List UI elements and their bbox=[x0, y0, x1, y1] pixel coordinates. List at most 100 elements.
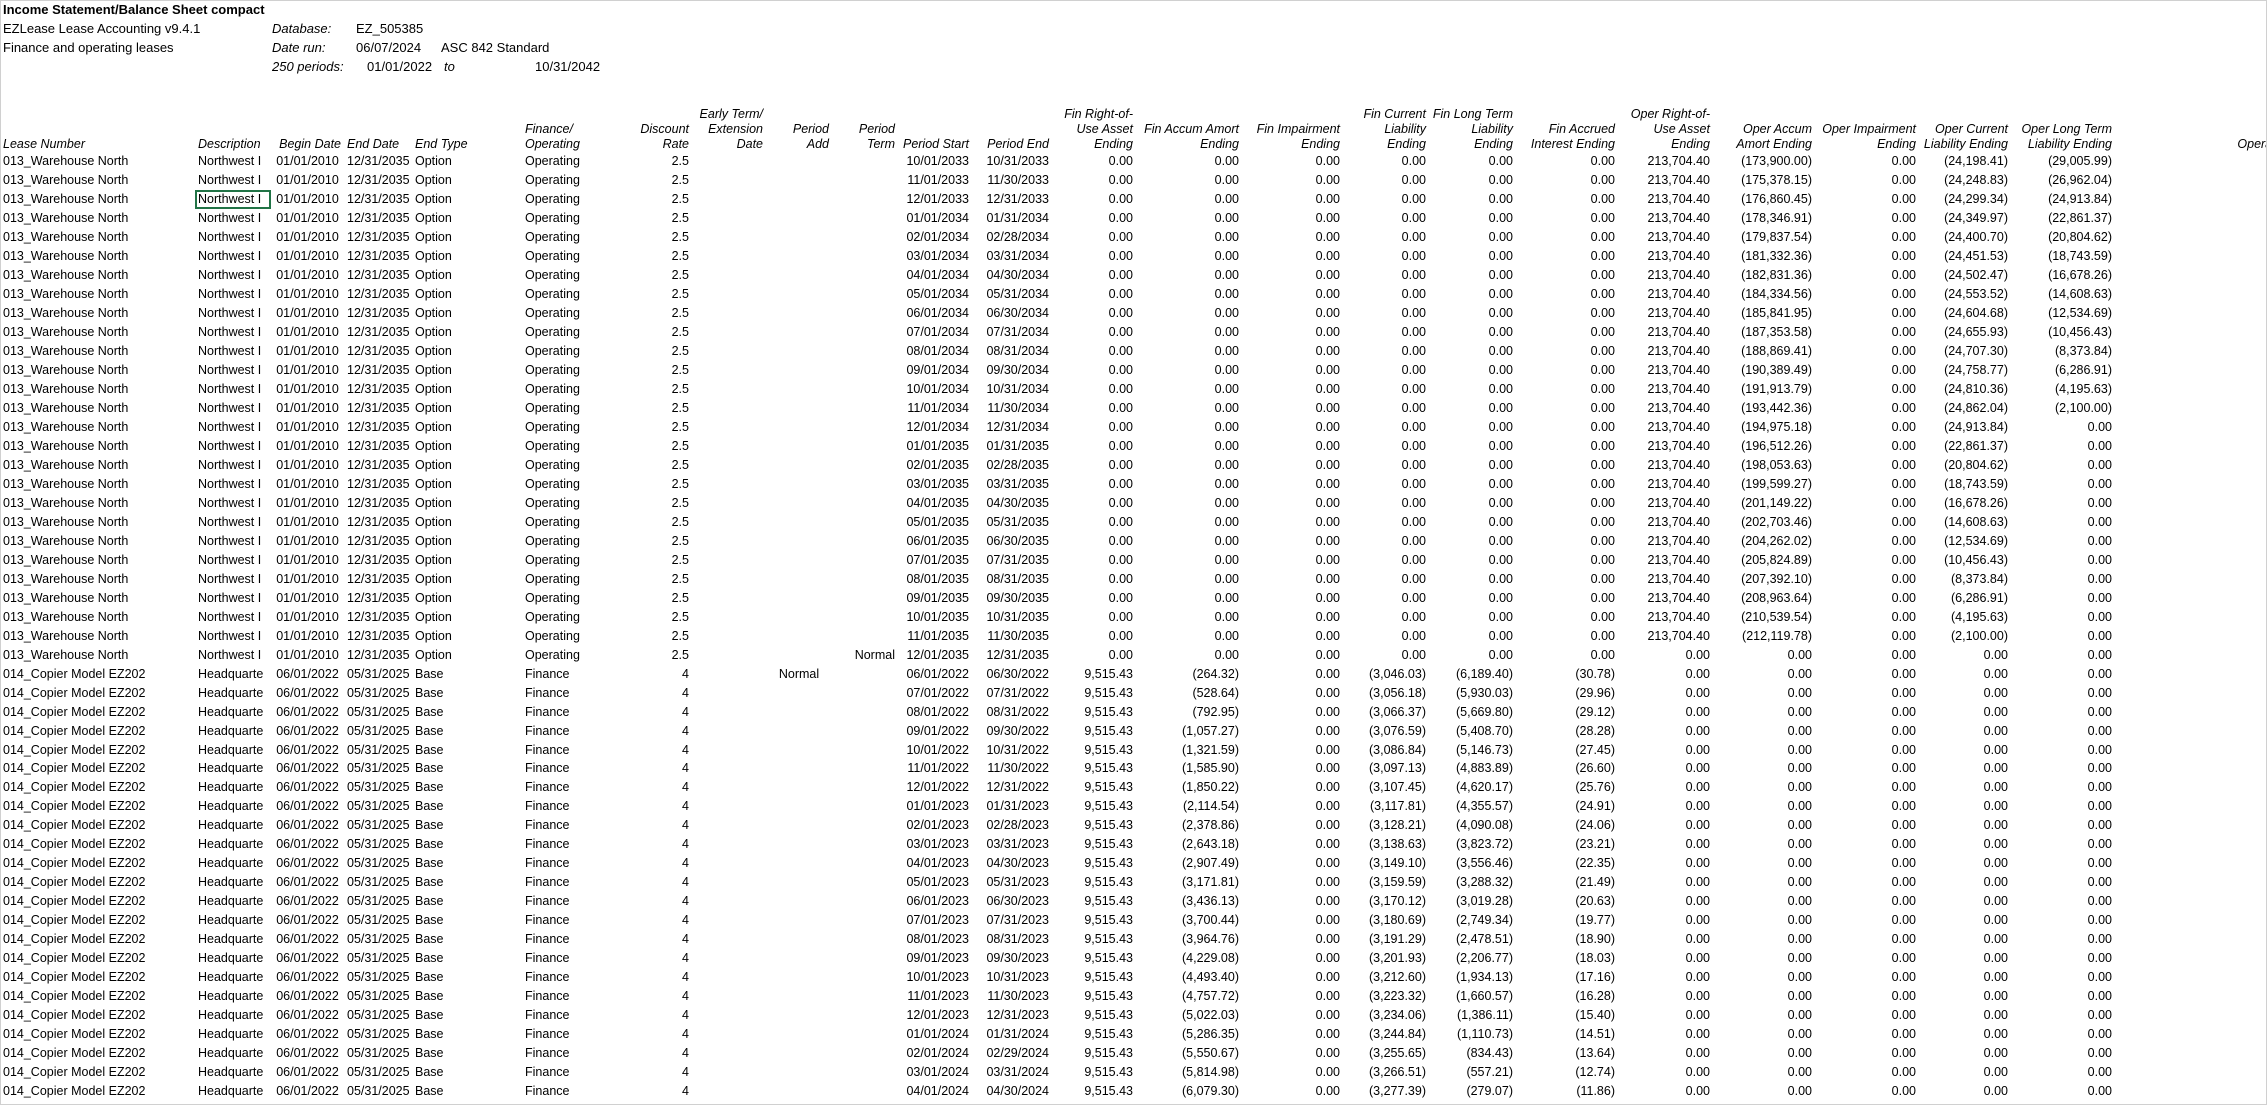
table-cell[interactable]: 014_Copier Model EZ202 bbox=[0, 702, 195, 721]
table-cell[interactable]: 05/31/2025 bbox=[344, 892, 412, 911]
table-cell[interactable]: 2.5 bbox=[614, 304, 692, 323]
table-cell[interactable] bbox=[692, 171, 766, 190]
table-cell[interactable]: 0.00 bbox=[1052, 569, 1136, 588]
table-cell[interactable] bbox=[692, 740, 766, 759]
table-cell[interactable]: 0.00 bbox=[1052, 437, 1136, 456]
table-cell[interactable]: 1,584.61 bbox=[2115, 304, 2267, 323]
table-cell[interactable]: 06/01/2022 bbox=[271, 1044, 344, 1063]
table-cell[interactable]: 04/01/2034 bbox=[898, 266, 972, 285]
table-cell[interactable]: 0.00 bbox=[1242, 892, 1343, 911]
table-cell[interactable]: Option bbox=[412, 190, 522, 209]
table-cell[interactable]: 4 bbox=[614, 930, 692, 949]
table-cell[interactable]: (175,378.15) bbox=[1713, 171, 1815, 190]
table-cell[interactable]: (16,678.26) bbox=[1919, 493, 2011, 512]
table-cell[interactable]: Option bbox=[412, 304, 522, 323]
table-cell[interactable]: 0.00 bbox=[1618, 911, 1713, 930]
table-cell[interactable]: (173,900.00) bbox=[1713, 152, 1815, 171]
table-cell[interactable]: 0.00 bbox=[1242, 588, 1343, 607]
column-header[interactable]: Oper Current Liability Ending bbox=[1919, 76, 2011, 152]
table-cell[interactable]: 1,584.62 bbox=[2115, 171, 2267, 190]
table-cell[interactable] bbox=[832, 171, 898, 190]
table-cell[interactable]: 0.00 bbox=[1343, 418, 1429, 437]
table-cell[interactable]: Northwest I bbox=[195, 569, 271, 588]
table-cell[interactable]: 0.00 bbox=[1919, 702, 2011, 721]
table-cell[interactable] bbox=[692, 531, 766, 550]
table-cell[interactable]: Base bbox=[412, 1044, 522, 1063]
table-cell[interactable]: Operating bbox=[522, 228, 614, 247]
table-cell[interactable]: Headquarte bbox=[195, 873, 271, 892]
table-cell[interactable]: 0.00 bbox=[1713, 778, 1815, 797]
table-cell[interactable] bbox=[692, 152, 766, 171]
table-cell[interactable]: Finance bbox=[522, 911, 614, 930]
table-cell[interactable]: 9,515.43 bbox=[1052, 1063, 1136, 1082]
table-cell[interactable]: 0.00 bbox=[1713, 797, 1815, 816]
table-cell[interactable]: Base bbox=[412, 797, 522, 816]
table-cell[interactable]: (3,201.93) bbox=[1343, 949, 1429, 968]
table-cell[interactable]: 0.00 bbox=[1052, 266, 1136, 285]
table-cell[interactable]: Base bbox=[412, 968, 522, 987]
table-cell[interactable]: 10/01/2022 bbox=[898, 740, 972, 759]
table-cell[interactable]: (176,860.45) bbox=[1713, 190, 1815, 209]
table-cell[interactable]: 0.00 bbox=[1516, 323, 1618, 342]
table-cell[interactable]: Finance bbox=[522, 740, 614, 759]
table-cell[interactable]: 01/01/2023 bbox=[898, 797, 972, 816]
table-cell[interactable]: 02/01/2024 bbox=[898, 1044, 972, 1063]
table-cell[interactable]: 0.00 bbox=[1052, 304, 1136, 323]
table-cell[interactable]: (190,389.49) bbox=[1713, 361, 1815, 380]
table-cell[interactable]: 0.00 bbox=[1815, 418, 1919, 437]
table-cell[interactable]: 014_Copier Model EZ202 bbox=[0, 911, 195, 930]
table-cell[interactable]: Operating bbox=[522, 645, 614, 664]
table-cell[interactable]: Northwest I bbox=[195, 512, 271, 531]
table-cell[interactable]: Finance bbox=[522, 930, 614, 949]
table-cell[interactable]: 2.5 bbox=[614, 531, 692, 550]
table-cell[interactable]: Operating bbox=[522, 152, 614, 171]
table-cell[interactable]: (24,248.83) bbox=[1919, 171, 2011, 190]
table-cell[interactable]: Base bbox=[412, 987, 522, 1006]
table-cell[interactable]: 0.00 bbox=[2011, 645, 2115, 664]
table-cell[interactable]: 0.00 bbox=[1242, 911, 1343, 930]
table-cell[interactable]: 0.00 bbox=[1713, 721, 1815, 740]
table-cell[interactable] bbox=[766, 512, 832, 531]
table-cell[interactable]: Finance bbox=[522, 1006, 614, 1025]
table-cell[interactable]: 0.00 bbox=[1343, 512, 1429, 531]
table-cell[interactable] bbox=[692, 816, 766, 835]
table-cell[interactable]: 2.5 bbox=[614, 323, 692, 342]
table-cell[interactable] bbox=[832, 304, 898, 323]
table-cell[interactable]: 01/01/2010 bbox=[271, 228, 344, 247]
table-cell[interactable]: 0.00 bbox=[2115, 968, 2267, 987]
table-cell[interactable]: 10/01/2033 bbox=[898, 152, 972, 171]
table-cell[interactable]: 0.00 bbox=[1052, 588, 1136, 607]
table-cell[interactable]: (3,556.46) bbox=[1429, 854, 1516, 873]
table-cell[interactable]: 0.00 bbox=[1429, 152, 1516, 171]
table-cell[interactable]: 0.00 bbox=[1815, 987, 1919, 1006]
table-cell[interactable]: 0.00 bbox=[1052, 190, 1136, 209]
table-cell[interactable]: 09/30/2023 bbox=[972, 949, 1052, 968]
table-cell[interactable] bbox=[692, 550, 766, 569]
table-cell[interactable]: 4 bbox=[614, 1025, 692, 1044]
table-cell[interactable] bbox=[766, 607, 832, 626]
table-cell[interactable]: Headquarte bbox=[195, 968, 271, 987]
table-cell[interactable] bbox=[766, 968, 832, 987]
table-cell[interactable]: (182,831.36) bbox=[1713, 266, 1815, 285]
table-cell[interactable]: 12/01/2034 bbox=[898, 418, 972, 437]
table-cell[interactable]: 0.00 bbox=[1343, 569, 1429, 588]
table-cell[interactable]: (3,277.39) bbox=[1343, 1081, 1429, 1100]
table-cell[interactable]: 0.00 bbox=[1919, 816, 2011, 835]
table-cell[interactable]: 014_Copier Model EZ202 bbox=[0, 835, 195, 854]
table-cell[interactable]: 06/30/2022 bbox=[972, 664, 1052, 683]
table-cell[interactable]: (3,138.63) bbox=[1343, 835, 1429, 854]
table-cell[interactable]: 05/31/2025 bbox=[344, 949, 412, 968]
table-cell[interactable]: 0.00 bbox=[1618, 740, 1713, 759]
table-cell[interactable]: Base bbox=[412, 1063, 522, 1082]
table-cell[interactable]: 0.00 bbox=[1618, 664, 1713, 683]
table-cell[interactable]: 06/01/2022 bbox=[271, 1063, 344, 1082]
table-cell[interactable] bbox=[692, 474, 766, 493]
table-cell[interactable]: 0.00 bbox=[1242, 797, 1343, 816]
table-cell[interactable]: 0.00 bbox=[1618, 968, 1713, 987]
table-cell[interactable]: 0.00 bbox=[1242, 778, 1343, 797]
table-cell[interactable]: 2.5 bbox=[614, 152, 692, 171]
table-cell[interactable]: 013_Warehouse North bbox=[0, 474, 195, 493]
table-cell[interactable]: 0.00 bbox=[1343, 380, 1429, 399]
table-cell[interactable]: Operating bbox=[522, 493, 614, 512]
table-cell[interactable]: 07/01/2034 bbox=[898, 323, 972, 342]
